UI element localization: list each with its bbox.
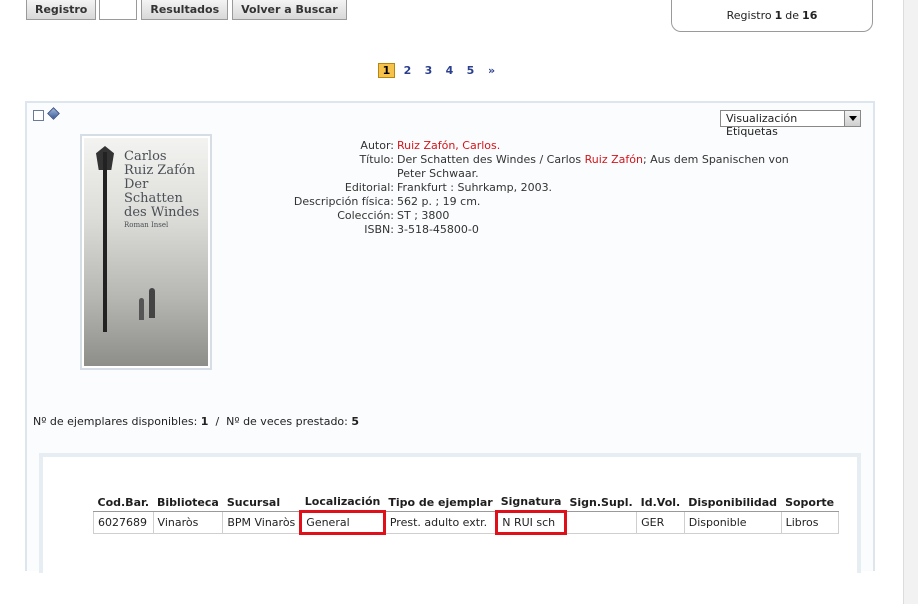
disponibles-label: Nº de ejemplares disponibles: bbox=[33, 415, 198, 428]
next-page-button[interactable]: » bbox=[483, 63, 500, 78]
record-counter-total: 16 bbox=[802, 9, 818, 22]
record-counter: Registro 1 de 16 bbox=[671, 0, 873, 32]
cell-sucursal-link[interactable]: BPM Vinaròs bbox=[222, 511, 302, 534]
page-3[interactable]: 3 bbox=[420, 63, 437, 78]
availability-stats: Nº de ejemplares disponibles: 1 / Nº de … bbox=[33, 415, 359, 428]
cell-tipo-ejemplar: Prest. adulto extr. bbox=[383, 511, 498, 534]
figure-icon bbox=[149, 288, 155, 318]
col-signatura: Signatura bbox=[496, 493, 566, 512]
descripcion-label: Descripción física: bbox=[293, 195, 394, 208]
bib-row-coleccion: Colección: ST ; 3800 bbox=[177, 209, 867, 223]
editorial-value: Frankfurt : Suhrkamp, 2003. bbox=[397, 181, 553, 194]
col-biblioteca: Biblioteca bbox=[153, 493, 223, 512]
stats-separator: / bbox=[215, 415, 220, 428]
bib-row-titulo: Título: Der Schatten des Windes / Carlos… bbox=[177, 153, 867, 181]
titulo-label: Título: bbox=[359, 153, 394, 166]
view-mode-select[interactable]: Visualización Etiquetas bbox=[720, 110, 861, 138]
cell-disponibilidad: Disponible bbox=[683, 511, 782, 534]
cell-localizacion: General bbox=[299, 510, 386, 535]
scrollbar-track[interactable] bbox=[903, 0, 918, 604]
view-mode-value: Visualización Etiquetas bbox=[726, 112, 798, 138]
chevron-down-icon[interactable] bbox=[844, 111, 860, 126]
resultados-button[interactable]: Resultados bbox=[141, 0, 229, 20]
col-sign-supl: Sign.Supl. bbox=[565, 493, 637, 512]
col-sucursal: Sucursal bbox=[222, 493, 301, 512]
col-soporte: Soporte bbox=[781, 493, 839, 512]
registro-button[interactable]: Registro bbox=[26, 0, 97, 20]
toolbar: Registro Resultados Volver a Buscar bbox=[26, 0, 347, 20]
col-tipo-ejemplar: Tipo de ejemplar bbox=[384, 493, 497, 512]
col-localizacion: Localización bbox=[300, 493, 385, 512]
cell-sign-supl bbox=[564, 511, 638, 534]
pagination: 1 2 3 4 5 » bbox=[378, 63, 504, 78]
holdings-table: Cod.Bar. Biblioteca Sucursal Localizació… bbox=[93, 493, 839, 535]
prestado-value: 5 bbox=[351, 415, 360, 428]
page-1[interactable]: 1 bbox=[378, 63, 395, 78]
descripcion-value: 562 p. ; 19 cm. bbox=[397, 195, 481, 208]
figure-icon bbox=[139, 298, 144, 320]
cell-soporte: Libros bbox=[780, 511, 839, 534]
prestado-label: Nº de veces prestado: bbox=[226, 415, 348, 428]
page-2[interactable]: 2 bbox=[399, 63, 416, 78]
holdings-header-row: Cod.Bar. Biblioteca Sucursal Localizació… bbox=[93, 493, 839, 512]
record-counter-prefix: Registro bbox=[726, 9, 772, 22]
col-id-vol: Id.Vol. bbox=[636, 493, 685, 512]
autor-label: Autor: bbox=[360, 139, 394, 152]
editorial-label: Editorial: bbox=[344, 181, 394, 194]
record-panel: Visualización Etiquetas Carlos Ruiz Zafó… bbox=[25, 101, 875, 573]
titulo-author-link[interactable]: Ruiz Zafón bbox=[585, 153, 643, 166]
isbn-label: ISBN: bbox=[364, 223, 394, 236]
bib-row-descripcion: Descripción física: 562 p. ; 19 cm. bbox=[177, 195, 867, 209]
autor-link[interactable]: Ruiz Zafón, Carlos. bbox=[397, 139, 817, 153]
registro-input[interactable] bbox=[99, 0, 138, 20]
cell-signatura-link[interactable]: N RUI sch bbox=[495, 510, 567, 535]
isbn-value: 3-518-45800-0 bbox=[397, 223, 479, 236]
bib-row-isbn: ISBN: 3-518-45800-0 bbox=[177, 223, 867, 237]
titulo-value: Der Schatten des Windes / Carlos Ruiz Za… bbox=[397, 153, 817, 181]
holdings-box: Cod.Bar. Biblioteca Sucursal Localizació… bbox=[39, 453, 861, 573]
record-counter-current: 1 bbox=[774, 9, 783, 22]
page-4[interactable]: 4 bbox=[441, 63, 458, 78]
cell-id-vol: GER bbox=[636, 511, 685, 534]
coleccion-value: ST ; 3800 bbox=[397, 209, 450, 222]
bib-row-editorial: Editorial: Frankfurt : Suhrkamp, 2003. bbox=[177, 181, 867, 195]
volver-buscar-button[interactable]: Volver a Buscar bbox=[232, 0, 347, 20]
titulo-text: Der Schatten des Windes / Carlos bbox=[397, 153, 585, 166]
cell-biblioteca-link[interactable]: Vinaròs bbox=[152, 511, 224, 534]
lamp-post-icon bbox=[103, 152, 107, 332]
coleccion-label: Colección: bbox=[337, 209, 394, 222]
table-row: 6027689 Vinaròs BPM Vinaròs General Pres… bbox=[93, 510, 839, 535]
col-cod-bar: Cod.Bar. bbox=[93, 493, 154, 512]
record-counter-middle: de bbox=[785, 9, 800, 22]
cell-cod-bar: 6027689 bbox=[93, 511, 154, 534]
col-disponibilidad: Disponibilidad bbox=[684, 493, 782, 512]
select-record-checkbox[interactable] bbox=[33, 110, 44, 121]
page-5[interactable]: 5 bbox=[462, 63, 479, 78]
disponibles-value: 1 bbox=[200, 415, 209, 428]
diamond-icon bbox=[47, 107, 60, 120]
bib-row-autor: Autor: Ruiz Zafón, Carlos. bbox=[177, 139, 867, 153]
bibliographic-details: Autor: Ruiz Zafón, Carlos. Título: Der S… bbox=[177, 139, 867, 237]
